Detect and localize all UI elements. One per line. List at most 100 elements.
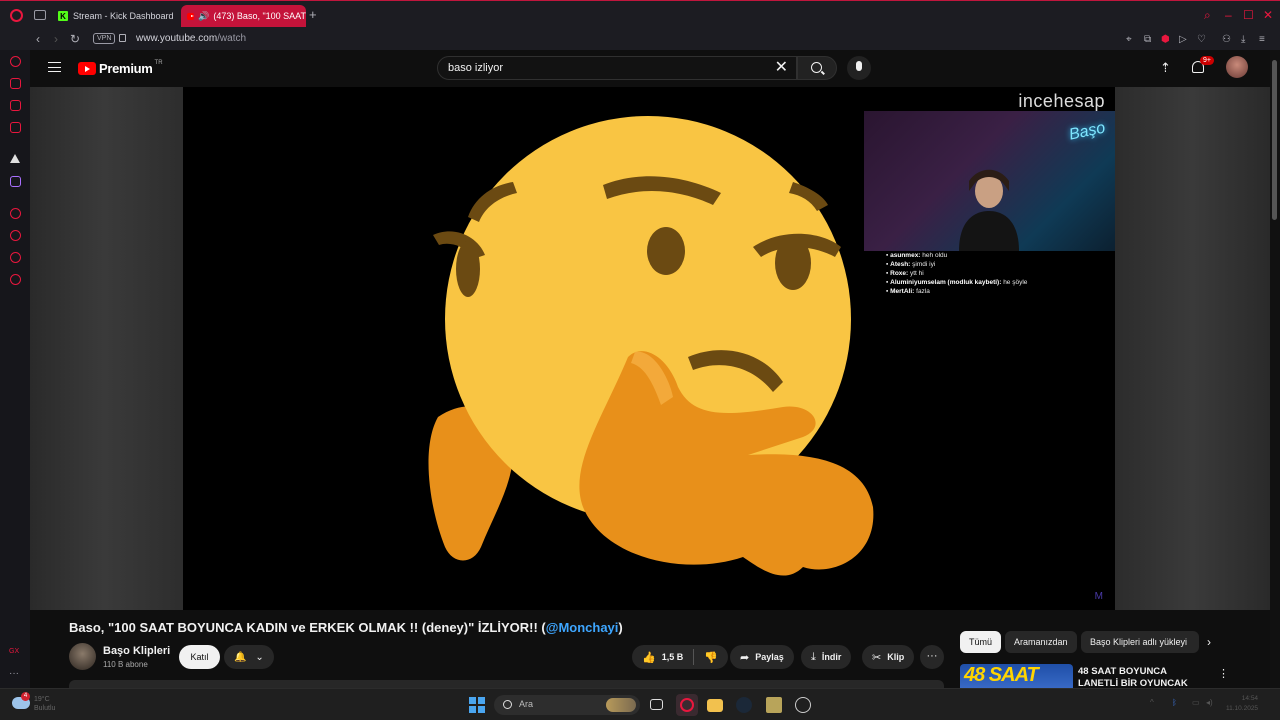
like-count[interactable]: 1,5 B xyxy=(662,652,684,662)
extensions-icon[interactable] xyxy=(10,252,21,263)
sidebar-more-icon[interactable]: ··· xyxy=(9,668,19,679)
tab-youtube[interactable]: 🔊 (473) Baso, "100 SAAT xyxy=(181,5,306,27)
pin-icon[interactable]: ⌖ xyxy=(1126,34,1132,45)
obs-icon[interactable] xyxy=(795,697,811,713)
channel-name[interactable]: Başo Klipleri xyxy=(103,645,170,657)
channel-avatar[interactable] xyxy=(69,643,96,670)
weather-widget[interactable]: 19°C Bulutlu xyxy=(34,695,55,713)
app-icon[interactable] xyxy=(766,697,782,713)
search-tabs-icon[interactable]: ⌕ xyxy=(1204,8,1211,23)
youtube-play-icon xyxy=(78,62,96,75)
url-path: /watch xyxy=(217,33,247,44)
neon-sign: Başo xyxy=(1067,119,1107,144)
close-icon[interactable]: ✕ xyxy=(1263,8,1273,22)
thumbs-down-icon[interactable]: 👎 xyxy=(704,651,718,664)
easy-setup-icon[interactable]: ≡ xyxy=(1259,34,1265,45)
search-highlight-art xyxy=(606,698,636,712)
tray-volume-icon[interactable]: ◂) xyxy=(1206,698,1213,707)
chevron-down-icon: ⌄ xyxy=(255,651,264,663)
download-icon[interactable]: ⤓ xyxy=(1241,34,1245,45)
crypto-wallet-icon[interactable] xyxy=(10,78,21,89)
taskbar-search[interactable]: Ara xyxy=(494,695,640,715)
history-icon[interactable] xyxy=(10,230,21,241)
forward-icon[interactable]: › xyxy=(54,32,58,46)
chevron-right-icon[interactable]: › xyxy=(1207,635,1211,649)
weather-temp: 19°C xyxy=(34,696,50,703)
lock-icon[interactable] xyxy=(119,34,126,42)
tray-network-icon[interactable]: ▭ xyxy=(1192,698,1200,707)
download-arrow-icon: ⤓ xyxy=(811,650,816,663)
opera-gx-taskbar-icon[interactable] xyxy=(680,698,694,712)
opera-logo-icon[interactable] xyxy=(10,9,23,22)
facecam-overlay: Başo xyxy=(864,111,1115,251)
gx-icon[interactable]: GX xyxy=(9,648,19,655)
back-icon[interactable]: ‹ xyxy=(36,32,40,46)
search-value: baso izliyor xyxy=(448,62,504,74)
account-icon[interactable]: ⚇ xyxy=(1222,34,1231,45)
streamer-silhouette xyxy=(959,169,1019,251)
aria-icon[interactable] xyxy=(10,56,21,67)
video-player[interactable]: incehesap Başo ▪ asunmex: heh oldu ▪ Ate… xyxy=(183,87,1115,610)
taskbar-search-icon xyxy=(503,700,512,709)
heart-icon[interactable]: ♡ xyxy=(1197,34,1206,45)
download-label: İndir xyxy=(821,652,842,662)
rec-thumbnail[interactable]: 48 SAAT xyxy=(960,664,1073,688)
adblock-icon[interactable]: ⬢ xyxy=(1161,34,1170,45)
kick-sidebar-icon[interactable] xyxy=(10,154,20,163)
minimize-icon[interactable]: – xyxy=(1225,8,1232,22)
scrollbar-thumb[interactable] xyxy=(1272,60,1277,220)
maximize-icon[interactable]: ☐ xyxy=(1243,8,1254,22)
page-scrollbar[interactable] xyxy=(1270,50,1280,688)
chip-uploader[interactable]: Başo Klipleri adlı yükleyi xyxy=(1081,631,1199,653)
tray-bluetooth-icon[interactable]: ᛒ xyxy=(1172,698,1177,707)
chip-from-search[interactable]: Aramanızdan xyxy=(1005,631,1077,653)
settings-gear-icon[interactable] xyxy=(10,274,21,285)
tab-kick-dashboard[interactable]: K Stream - Kick Dashboard xyxy=(52,5,180,27)
twitch-icon[interactable] xyxy=(10,176,21,187)
steam-icon[interactable] xyxy=(736,697,752,713)
taskbar-clock[interactable]: 14:54 11.10.2025 xyxy=(1226,694,1258,714)
description-box[interactable] xyxy=(69,680,944,688)
join-button[interactable]: Katıl xyxy=(179,645,220,669)
more-actions-button[interactable]: ··· xyxy=(920,645,944,669)
thumbs-up-icon[interactable]: 👍 xyxy=(642,651,656,664)
share-button[interactable]: ➦ Paylaş xyxy=(730,645,794,669)
like-divider xyxy=(693,649,695,665)
task-view-icon[interactable] xyxy=(650,699,663,710)
clip-button[interactable]: ✂ Klip xyxy=(862,645,915,669)
bell-ring-icon: 🔔 xyxy=(234,651,247,663)
clear-search-icon[interactable]: ✕ xyxy=(775,59,788,77)
menu-icon[interactable] xyxy=(48,62,61,72)
vpn-badge[interactable]: VPN xyxy=(93,33,116,44)
search-button[interactable] xyxy=(797,56,837,80)
messenger-icon[interactable] xyxy=(10,100,21,111)
video-title: Baso, "100 SAAT BOYUNCA KADIN ve ERKEK O… xyxy=(69,620,623,635)
mention-link[interactable]: @Monchayi xyxy=(546,620,619,635)
subscribed-bell-button[interactable]: 🔔 ⌄ xyxy=(224,645,274,669)
account-avatar[interactable] xyxy=(1226,56,1248,78)
windows-start-icon[interactable] xyxy=(469,697,485,713)
snapshot-icon[interactable]: ⧉ xyxy=(1144,34,1151,45)
search-input[interactable]: baso izliyor ✕ xyxy=(437,56,797,80)
file-explorer-icon[interactable] xyxy=(707,699,723,712)
tab-strip: K Stream - Kick Dashboard 🔊 (473) Baso, … xyxy=(0,1,1280,29)
player-icon[interactable]: ▷ xyxy=(1179,34,1187,45)
tab-island-icon[interactable] xyxy=(34,10,46,20)
speaker-icon[interactable]: 🔊 xyxy=(198,11,209,22)
stream-chat-overlay: ▪ asunmex: heh oldu ▪ Atesh: şimdi iyi ▪… xyxy=(886,251,1027,296)
share-label: Paylaş xyxy=(755,652,784,662)
youtube-logo[interactable]: Premium TR xyxy=(78,60,163,76)
tray-chevron-icon[interactable]: ^ xyxy=(1150,698,1154,707)
chip-all[interactable]: Tümü xyxy=(960,631,1002,653)
upload-icon[interactable]: ⇡ xyxy=(1160,60,1171,76)
new-tab-button[interactable]: + xyxy=(309,8,317,21)
video-watermark: incehesap xyxy=(1018,91,1105,111)
whatsapp-icon[interactable] xyxy=(10,122,21,133)
player-sidebar-icon[interactable] xyxy=(10,208,21,219)
voice-search-button[interactable] xyxy=(847,56,871,80)
download-button[interactable]: ⤓ İndir xyxy=(801,645,852,669)
url-field[interactable]: www.youtube.com/watch xyxy=(136,33,246,44)
rec-more-icon[interactable]: ⋮ xyxy=(1218,667,1229,680)
weather-desc: Bulutlu xyxy=(34,705,56,712)
reload-icon[interactable]: ↻ xyxy=(70,32,80,46)
